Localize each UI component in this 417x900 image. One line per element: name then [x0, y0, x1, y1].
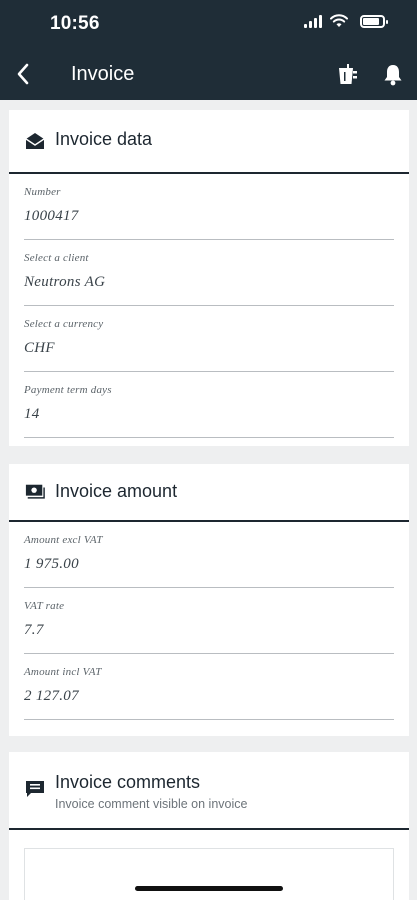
invoice-comments-title: Invoice comments — [55, 772, 201, 792]
field-value[interactable]: CHF — [24, 340, 55, 357]
signal-icon — [304, 14, 322, 28]
field-value[interactable]: 14 — [24, 406, 40, 423]
field-label: Payment term days — [24, 384, 112, 396]
invoice-amount-card: Invoice amount Amount excl VAT 1 975.00 … — [9, 464, 409, 736]
status-time: 10:56 — [50, 13, 100, 34]
invoice-data-header: Invoice data — [9, 110, 409, 174]
drink-icon[interactable] — [335, 62, 361, 88]
bell-icon[interactable] — [380, 62, 406, 88]
status-icons — [304, 14, 388, 28]
payment-term-field[interactable]: Payment term days 14 — [24, 372, 394, 438]
field-value[interactable]: 1 975.00 — [24, 556, 79, 573]
field-value[interactable]: 7.7 — [24, 622, 44, 639]
invoice-amount-header: Invoice amount — [9, 464, 409, 522]
field-label: VAT rate — [24, 600, 65, 612]
field-label: Select a currency — [24, 318, 104, 330]
invoice-comments-header: Invoice comments Invoice comment visible… — [9, 752, 409, 830]
battery-icon — [360, 14, 388, 28]
field-label: Amount incl VAT — [24, 666, 102, 678]
wifi-icon — [330, 14, 348, 27]
comment-icon — [26, 781, 44, 797]
envelope-open-icon — [25, 133, 45, 149]
client-select-field[interactable]: Select a client Neutrons AG — [24, 240, 394, 306]
number-field[interactable]: Number 1000417 — [24, 174, 394, 240]
field-label: Select a client — [24, 252, 89, 264]
field-label: Number — [24, 186, 61, 198]
invoice-data-card: Invoice data Number 1000417 Select a cli… — [9, 110, 409, 446]
app-header: 10:56 Invoice — [0, 0, 417, 100]
page-title: Invoice — [71, 63, 135, 85]
invoice-data-title: Invoice data — [55, 129, 153, 149]
field-label: Amount excl VAT — [24, 534, 103, 546]
invoice-comments-subtitle: Invoice comment visible on invoice — [55, 797, 248, 811]
comment-textarea[interactable] — [24, 848, 394, 900]
money-icon — [25, 484, 45, 499]
currency-select-field[interactable]: Select a currency CHF — [24, 306, 394, 372]
home-indicator[interactable] — [135, 886, 283, 891]
amount-excl-vat-field[interactable]: Amount excl VAT 1 975.00 — [24, 522, 394, 588]
field-value[interactable]: 2 127.07 — [24, 688, 79, 705]
field-value[interactable]: Neutrons AG — [24, 274, 105, 291]
invoice-amount-title: Invoice amount — [55, 481, 178, 501]
vat-rate-field[interactable]: VAT rate 7.7 — [24, 588, 394, 654]
back-chevron-icon[interactable] — [12, 60, 36, 88]
invoice-comments-card: Invoice comments Invoice comment visible… — [9, 752, 409, 900]
amount-incl-vat-field[interactable]: Amount incl VAT 2 127.07 — [24, 654, 394, 720]
field-value[interactable]: 1000417 — [24, 208, 79, 225]
